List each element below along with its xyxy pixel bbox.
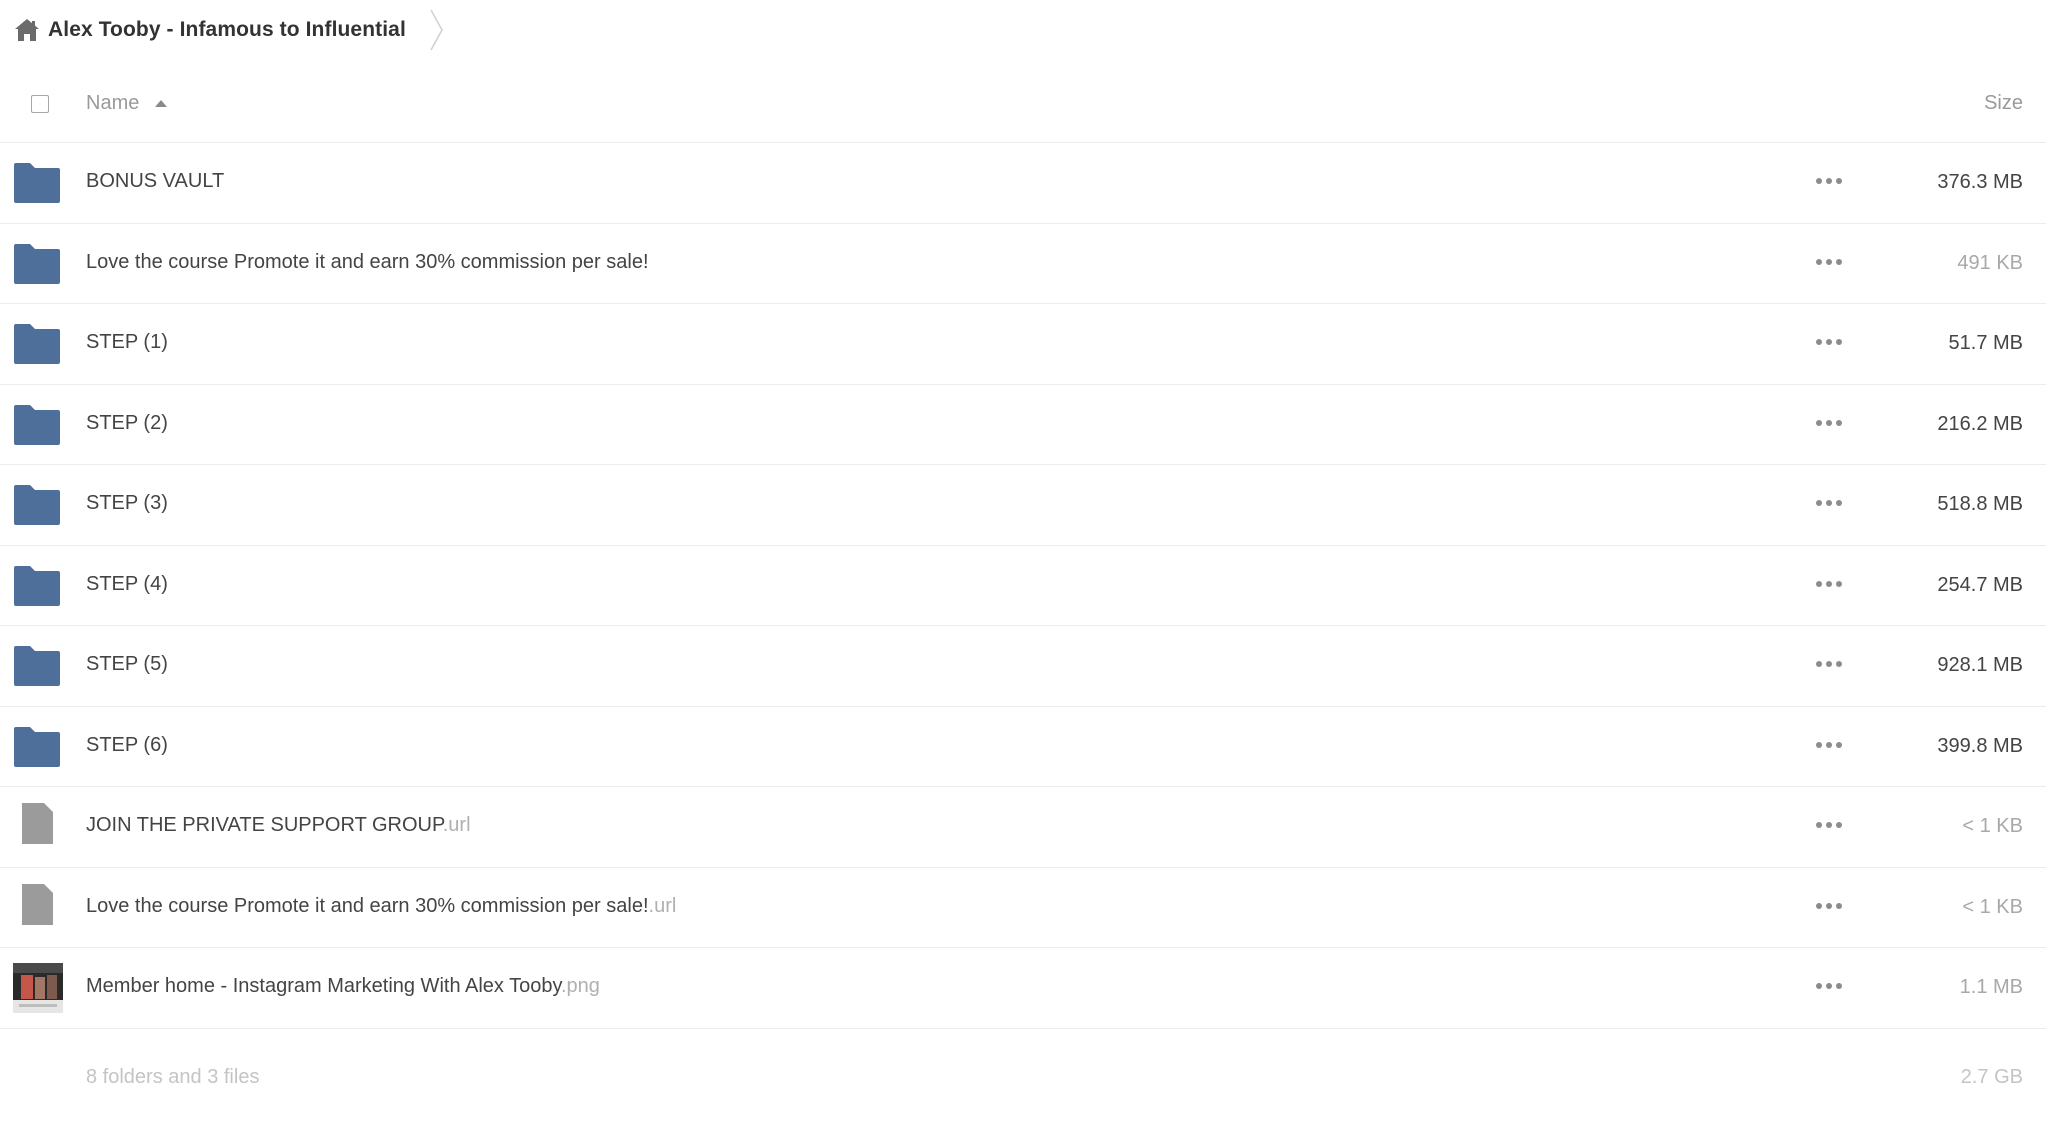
file-name[interactable]: STEP (2) xyxy=(86,412,168,435)
folder-row[interactable]: STEP (5) 928.1 MB xyxy=(0,626,2046,707)
more-options-icon[interactable] xyxy=(1816,252,1842,272)
folder-icon xyxy=(14,324,60,364)
more-options-icon[interactable] xyxy=(1816,815,1842,835)
folder-row[interactable]: STEP (2) 216.2 MB xyxy=(0,385,2046,465)
home-icon[interactable] xyxy=(14,18,40,42)
file-name-base: STEP (5) xyxy=(86,653,168,675)
file-name-base: STEP (2) xyxy=(86,411,168,434)
file-size: 1.1 MB xyxy=(1959,976,2023,998)
file-list: BONUS VAULT 376.3 MB Love the course Promo… xyxy=(0,143,2046,1029)
breadcrumb-current-folder[interactable]: Alex Tooby - Infamous to Influential xyxy=(48,18,406,42)
more-options-icon[interactable] xyxy=(1816,976,1842,996)
name-column-label: Name xyxy=(86,92,140,114)
file-name-base: Love the course Promote it and earn 30% … xyxy=(86,250,649,273)
file-name[interactable]: Member home - Instagram Marketing With A… xyxy=(86,975,600,998)
file-name-base: BONUS VAULT xyxy=(86,170,225,192)
file-size: 254.7 MB xyxy=(1937,573,2023,596)
file-row[interactable]: Love the course Promote it and earn 30% … xyxy=(0,868,2046,948)
file-name-base: STEP (6) xyxy=(86,733,168,756)
folder-row[interactable]: BONUS VAULT 376.3 MB xyxy=(0,143,2046,224)
file-name[interactable]: JOIN THE PRIVATE SUPPORT GROUP.url xyxy=(86,814,471,837)
folder-icon xyxy=(14,646,60,686)
file-name[interactable]: STEP (1) xyxy=(86,331,168,354)
folder-icon xyxy=(14,404,60,445)
more-options-icon[interactable] xyxy=(1816,574,1842,594)
file-name[interactable]: BONUS VAULT xyxy=(86,170,224,193)
file-extension: .url xyxy=(648,894,677,917)
file-list-summary: 8 folders and 3 files 2.7 GB xyxy=(0,1060,2046,1100)
folder-icon xyxy=(14,726,60,767)
file-size: 928.1 MB xyxy=(1937,654,2023,676)
file-name[interactable]: Love the course Promote it and earn 30% … xyxy=(86,895,676,918)
file-size: 491 KB xyxy=(1957,251,2023,274)
folder-row[interactable]: STEP (4) 254.7 MB xyxy=(0,546,2046,626)
file-name[interactable]: STEP (3) xyxy=(86,492,168,515)
summary-count: 8 folders and 3 files xyxy=(86,1066,260,1088)
image-thumbnail xyxy=(13,963,63,1013)
more-options-icon[interactable] xyxy=(1816,493,1842,513)
folder-row[interactable]: STEP (3) 518.8 MB xyxy=(0,465,2046,546)
more-options-icon[interactable] xyxy=(1816,332,1842,352)
more-options-icon[interactable] xyxy=(1816,654,1842,674)
file-name[interactable]: STEP (6) xyxy=(86,734,168,757)
more-options-icon[interactable] xyxy=(1816,896,1842,916)
file-extension: .png xyxy=(561,975,600,997)
name-column-header[interactable]: Name xyxy=(86,92,168,115)
file-size: < 1 KB xyxy=(1962,895,2023,918)
file-list-header: Name Size xyxy=(0,72,2046,143)
file-size: 376.3 MB xyxy=(1937,171,2023,193)
folder-row[interactable]: STEP (6) 399.8 MB xyxy=(0,707,2046,787)
file-name-base: Member home - Instagram Marketing With A… xyxy=(86,975,561,997)
file-name[interactable]: STEP (4) xyxy=(86,573,168,596)
file-size: 51.7 MB xyxy=(1948,332,2023,354)
select-all-checkbox[interactable] xyxy=(31,95,49,113)
file-size: 399.8 MB xyxy=(1937,734,2023,757)
file-name-base: STEP (3) xyxy=(86,492,168,514)
folder-row[interactable]: Love the course Promote it and earn 30% … xyxy=(0,224,2046,304)
sort-ascending-icon xyxy=(155,100,168,107)
more-options-icon[interactable] xyxy=(1816,171,1842,191)
file-name-base: JOIN THE PRIVATE SUPPORT GROUP xyxy=(86,814,443,836)
file-name-base: STEP (4) xyxy=(86,572,168,595)
folder-icon xyxy=(14,163,60,203)
file-row[interactable]: Member home - Instagram Marketing With A… xyxy=(0,948,2046,1029)
file-name-base: Love the course Promote it and earn 30% … xyxy=(86,894,649,917)
more-options-icon[interactable] xyxy=(1816,735,1842,755)
file-size: 216.2 MB xyxy=(1937,412,2023,435)
more-options-icon[interactable] xyxy=(1816,413,1842,433)
folder-icon xyxy=(14,565,60,606)
folder-row[interactable]: STEP (1) 51.7 MB xyxy=(0,304,2046,385)
folder-icon xyxy=(14,485,60,525)
file-size: 518.8 MB xyxy=(1937,493,2023,515)
file-row[interactable]: JOIN THE PRIVATE SUPPORT GROUP.url < 1 KB xyxy=(0,787,2046,868)
file-name-base: STEP (1) xyxy=(86,331,168,353)
file-icon xyxy=(22,883,53,925)
summary-total-size: 2.7 GB xyxy=(1960,1066,2023,1088)
file-name[interactable]: Love the course Promote it and earn 30% … xyxy=(86,251,649,274)
file-size: < 1 KB xyxy=(1962,815,2023,837)
file-name[interactable]: STEP (5) xyxy=(86,653,168,676)
file-browser: Alex Tooby - Infamous to Influential Nam… xyxy=(0,0,2046,1123)
size-column-header[interactable]: Size xyxy=(1984,92,2023,115)
file-extension: .url xyxy=(442,814,471,836)
file-icon xyxy=(22,803,53,844)
folder-icon xyxy=(14,243,60,284)
breadcrumb-separator-icon xyxy=(428,8,446,52)
breadcrumb: Alex Tooby - Infamous to Influential xyxy=(14,8,446,52)
